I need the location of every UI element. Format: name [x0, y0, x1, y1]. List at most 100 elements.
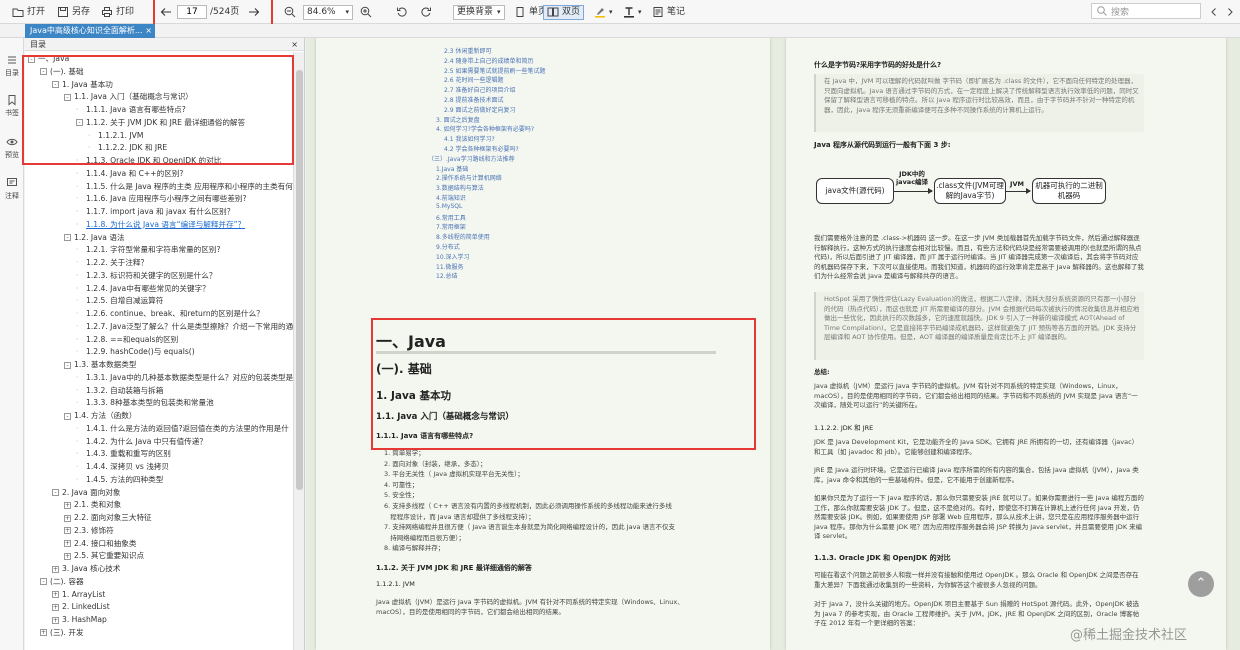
toc-item[interactable]: · 1.2.2. 关于注释？ — [76, 257, 148, 269]
close-icon[interactable]: × — [145, 24, 152, 38]
toc-item[interactable]: · 1.4.2. 为什么 Java 中只有值传递？ — [76, 436, 207, 448]
mini-toc-item[interactable]: 2.6 花时间一些逻辑题 — [444, 75, 503, 84]
toc-item[interactable]: -1.4. 方法（函数） — [64, 410, 136, 422]
mini-toc-item[interactable]: 4.前端知识 — [436, 193, 466, 202]
mini-toc-item[interactable]: 2.7 准备好自己的项目介绍 — [444, 85, 515, 94]
mini-toc-item[interactable]: 1.Java 基础 — [436, 164, 468, 173]
toc-item[interactable]: · 1.2.3. 标识符和关键字的区别是什么？ — [76, 270, 216, 282]
mini-toc-item[interactable]: 11.微服务 — [436, 262, 464, 271]
side-bookmark-button[interactable]: 书签 — [0, 94, 24, 118]
collapse-icon[interactable]: - — [52, 81, 59, 88]
mini-toc-item[interactable]: 4.2 学会各种框架有必要吗? — [444, 144, 519, 153]
mini-toc-item[interactable]: 8.多线程的简单使用 — [436, 232, 490, 241]
expand-icon[interactable]: + — [52, 565, 59, 573]
save-as-button[interactable]: 另存 — [57, 4, 90, 20]
toc-item[interactable]: · 1.2.5. 自增自减运算符 — [76, 295, 163, 307]
toc-item[interactable]: · 1.1.4. Java 和 C++的区别? — [76, 168, 183, 180]
rotate-left-button[interactable] — [396, 4, 408, 20]
zoom-select[interactable]: 84.6% ▾ — [303, 4, 353, 20]
side-toc-button[interactable]: 目录 — [0, 54, 24, 78]
toc-item[interactable]: · 1.1.8. 为什么说 Java 语言“编译与解释并存”？ — [76, 219, 245, 231]
search-next-button[interactable] — [1224, 4, 1236, 20]
expand-icon[interactable]: + — [52, 603, 59, 611]
mini-toc-item[interactable]: 2.3 休闲重新即可 — [444, 46, 491, 55]
toc-item[interactable]: -1.1.2. 关于 JVM JDK 和 JRE 最详细通俗的解答 — [76, 117, 245, 129]
toc-item[interactable]: -1.2. Java 语法 — [64, 232, 125, 244]
toc-item[interactable]: +2.1. 类和对象 — [64, 499, 121, 511]
change-background-button[interactable]: 更换背景 ▾ — [453, 4, 505, 20]
mini-toc-item[interactable]: 6.常用工具 — [436, 213, 466, 222]
toc-item[interactable]: · 1.1.1. Java 语言有哪些特点? — [76, 104, 186, 116]
mini-toc-item[interactable]: 10.深入学习 — [436, 252, 470, 261]
notes-button[interactable]: 笔记 — [652, 4, 685, 20]
mini-toc-item[interactable]: 3.数据结构与算法 — [436, 183, 484, 192]
toc-item[interactable]: · 1.2.1. 字符型常量和字符串常量的区别? — [76, 244, 221, 256]
page-number-input[interactable] — [177, 5, 207, 19]
mini-toc-item[interactable]: 12.总结 — [436, 271, 458, 280]
mini-toc-item[interactable]: 2.8 提前准备技术面试 — [444, 95, 503, 104]
scroll-thumb[interactable] — [296, 70, 303, 490]
toc-item[interactable]: -1. Java 基本功 — [52, 79, 113, 91]
expand-icon[interactable]: + — [64, 514, 71, 522]
toc-item[interactable]: · 1.2.6. continue、break、和return的区别是什么？ — [76, 308, 264, 320]
document-tab[interactable]: Java中高级核心知识全面解析... × — [25, 24, 155, 38]
toc-item[interactable]: · 1.2.9. hashCode()与 equals() — [76, 346, 195, 358]
toc-item[interactable]: · 1.4.5. 方法的四种类型 — [76, 474, 163, 486]
collapse-icon[interactable]: - — [52, 489, 59, 496]
mini-toc-item[interactable]: 2.操作系统与计算机网络 — [436, 173, 502, 182]
expand-icon[interactable]: + — [40, 629, 47, 637]
side-annotate-button[interactable]: 注释 — [0, 177, 24, 201]
toc-item[interactable]: · 1.1.2.1. JVM — [88, 130, 143, 142]
print-button[interactable]: 打印 — [101, 4, 134, 20]
double-page-button[interactable]: 双页 — [543, 4, 585, 20]
collapse-icon[interactable]: - — [40, 68, 47, 76]
mini-toc-item[interactable]: 5.MySQL — [436, 203, 462, 210]
toc-item[interactable]: - (二). 容器 — [40, 576, 84, 588]
collapse-icon[interactable]: - — [64, 412, 71, 420]
toc-item[interactable]: · 1.3.3. 8种基本类型的包装类和常量池 — [76, 397, 214, 409]
toc-item[interactable]: · 1.3.1. Java中的几种基本数据类型是什么？对应的包装类型是 — [76, 372, 293, 384]
toc-scrollbar[interactable] — [293, 52, 304, 650]
search-prev-button[interactable] — [1208, 4, 1220, 20]
toc-item[interactable]: +2.3. 修饰符 — [64, 525, 114, 537]
toc-item[interactable]: · 1.1.7. import java 和 javax 有什么区别？ — [76, 206, 234, 218]
toc-item[interactable]: · 1.1.2.2. JDK 和 JRE — [88, 142, 167, 154]
side-preview-button[interactable]: 预览 — [0, 136, 24, 160]
toc-item[interactable]: - (一). 基础 — [40, 66, 84, 78]
toc-item[interactable]: +2.5. 其它重要知识点 — [64, 550, 144, 562]
toc-item[interactable]: · 1.1.5. 什么是 Java 程序的主类 应用程序和小程序的主类有何 — [76, 181, 293, 193]
close-icon[interactable]: × — [291, 38, 298, 51]
rotate-right-button[interactable] — [420, 4, 432, 20]
collapse-icon[interactable]: - — [64, 234, 71, 241]
toc-item[interactable]: · 1.3.2. 自动装箱与拆箱 — [76, 385, 163, 397]
next-page-button[interactable] — [248, 4, 260, 20]
mini-toc-item[interactable]: 2.4 随身带上自己的成绩单和简历 — [444, 56, 533, 65]
toc-item[interactable]: · 1.1.6. Java 应用程序与小程序之间有哪些差别? — [76, 193, 247, 205]
toc-item[interactable]: +3. HashMap — [52, 614, 107, 626]
search-input[interactable]: 搜索 — [1091, 3, 1201, 19]
toc-item[interactable]: -2. Java 面向对象 — [52, 487, 121, 499]
toc-item[interactable]: · 1.2.7. Java泛型了解么？什么是类型擦除？介绍一下常用的通 — [76, 321, 293, 333]
expand-icon[interactable]: + — [64, 552, 71, 560]
toc-item[interactable]: -1.1. Java 入门（基础概念与常识） — [64, 91, 193, 103]
expand-icon[interactable]: + — [64, 501, 71, 509]
toc-item[interactable]: · 1.1.3. Oracle JDK 和 OpenJDK 的对比 — [76, 155, 221, 167]
mini-toc-item[interactable]: 7.常用框架 — [436, 222, 466, 231]
expand-icon[interactable]: + — [52, 591, 59, 598]
mini-toc-item[interactable]: 4. 如何学习?学会各种框架有必要吗? — [436, 124, 534, 133]
collapse-icon[interactable]: - — [76, 119, 83, 127]
toc-item[interactable]: -1.3. 基本数据类型 — [64, 359, 136, 371]
toc-item[interactable]: · 1.4.4. 深拷贝 vs 浅拷贝 — [76, 461, 169, 473]
mini-toc-item[interactable]: （三）.Java学习路线和方法推荐 — [428, 154, 515, 163]
toc-item[interactable]: +3. Java 核心技术 — [52, 563, 121, 575]
toc-item[interactable]: - 一、Java — [28, 53, 69, 65]
mini-toc-item[interactable]: 3. 面试之后复盘 — [436, 115, 480, 124]
zoom-in-button[interactable] — [360, 4, 372, 20]
mini-toc-item[interactable]: 2.9 面试之前做好定向复习 — [444, 105, 515, 114]
toc-item[interactable]: · 1.4.3. 重载和重写的区别 — [76, 448, 171, 460]
toc-item[interactable]: +1. ArrayList — [52, 589, 105, 601]
mini-toc-item[interactable]: 2.5 如果需要笔试就提前刷一些笔试题 — [444, 66, 545, 75]
toc-item[interactable]: +2.2. 面向对象三大特征 — [64, 512, 152, 524]
mini-toc-item[interactable]: 9.分布式 — [436, 242, 460, 251]
toc-item[interactable]: · 1.2.4. Java中有哪些常见的关键字？ — [76, 283, 210, 295]
